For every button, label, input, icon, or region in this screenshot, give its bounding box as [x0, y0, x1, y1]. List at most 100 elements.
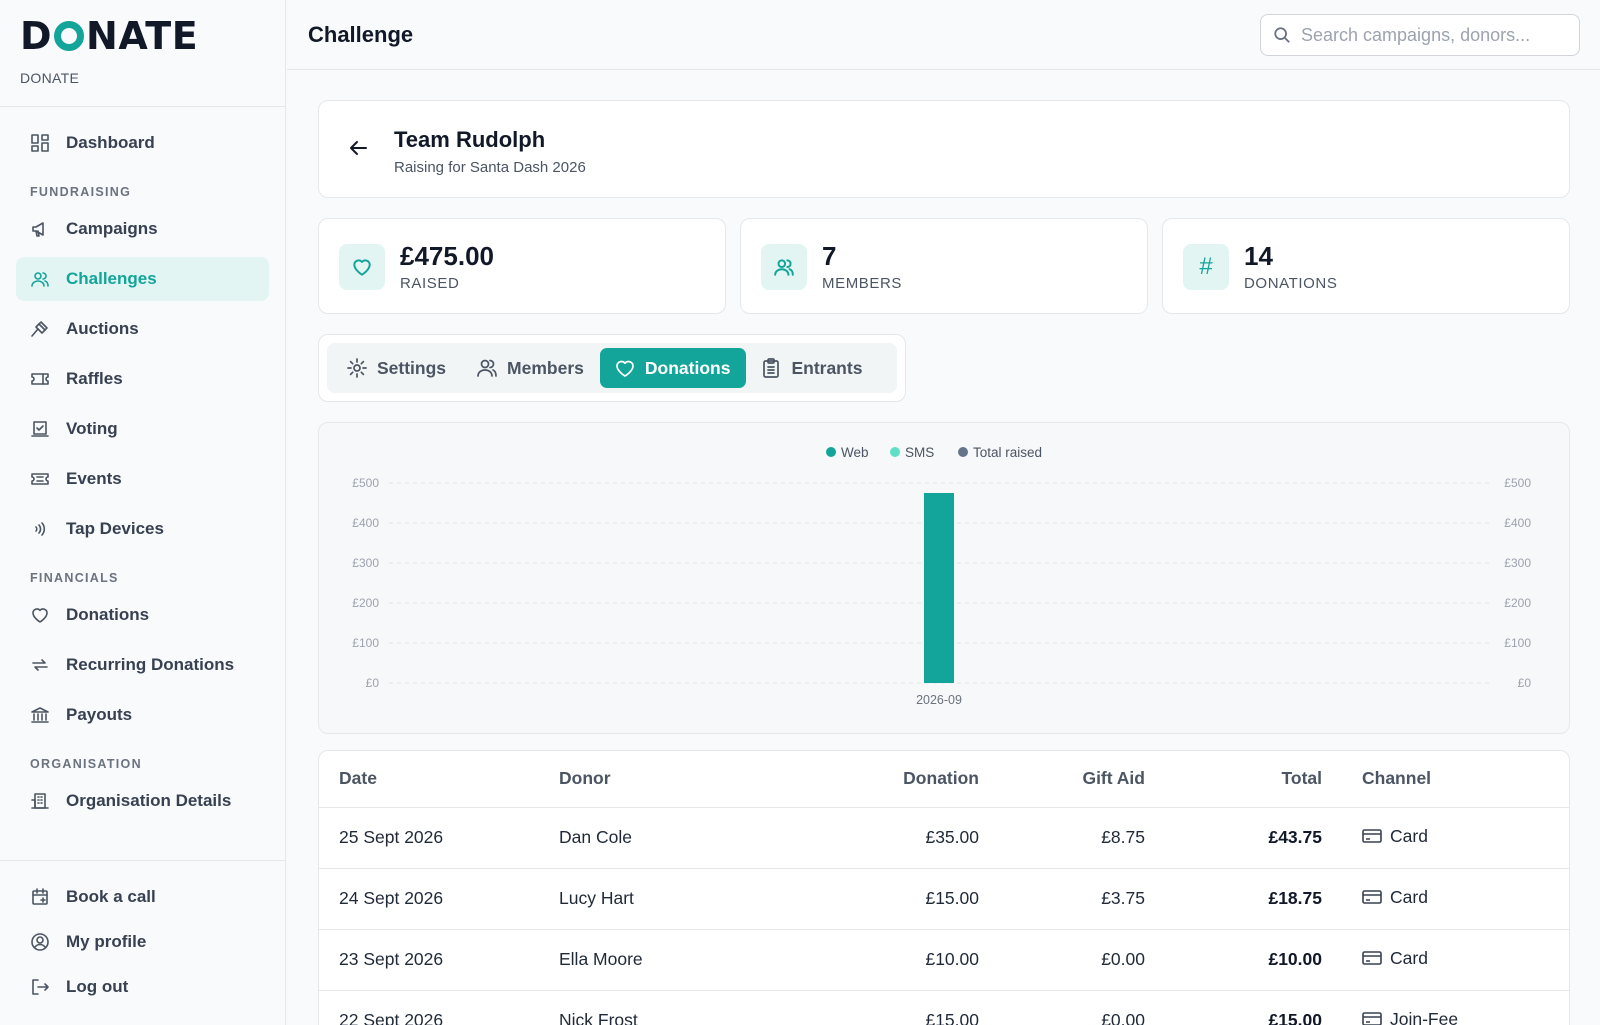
users-icon	[31, 272, 49, 287]
sidebar-item-label: My profile	[66, 932, 147, 951]
tab-label: Members	[507, 357, 584, 378]
y-tick-label-right: £200	[1504, 596, 1531, 610]
tab-label: Settings	[377, 357, 447, 378]
donations-table-card: Date Donor Donation Gift Aid Total Chann…	[318, 750, 1570, 1025]
column-header-total[interactable]: Total	[1145, 751, 1322, 808]
sidebar-item-label: Auctions	[66, 319, 139, 338]
y-tick-label-left: £500	[352, 476, 379, 490]
stat-value: £475.00	[400, 241, 494, 271]
search-input[interactable]	[1301, 24, 1571, 46]
back-button[interactable]	[347, 137, 369, 159]
x-tick-label: 2026-09	[916, 693, 962, 707]
channel-label: Card	[1390, 886, 1428, 907]
brand-logo[interactable]: D NATE	[20, 16, 265, 56]
stat-label: MEMBERS	[822, 275, 903, 292]
tab-bar: Settings Members Donations Entrants	[327, 343, 897, 393]
sidebar-footer: Book a call My profile Log out	[0, 860, 285, 1010]
table-row[interactable]: 24 Sept 2026 Lucy Hart £15.00 £3.75 £18.…	[319, 868, 1569, 930]
search-box[interactable]	[1260, 14, 1580, 56]
ticket-event-icon	[31, 473, 49, 485]
gear-icon	[347, 358, 367, 378]
bar-web	[924, 493, 954, 683]
tab-entrants[interactable]: Entrants	[746, 348, 878, 388]
calendar-icon	[32, 888, 48, 905]
users-icon	[477, 359, 497, 377]
sidebar-item-organisation-details[interactable]: Organisation Details	[16, 779, 269, 823]
ticket-icon	[31, 373, 49, 385]
cell-donation: £10.00	[779, 929, 979, 991]
cell-channel: Join-Fee	[1322, 990, 1569, 1025]
brand-subtitle: DONATE	[20, 70, 80, 86]
stat-value: 14	[1244, 241, 1273, 271]
cell-gift-aid: £8.75	[979, 807, 1145, 869]
sidebar-item-raffles[interactable]: Raffles	[16, 357, 269, 401]
column-header-donation[interactable]: Donation	[779, 751, 979, 808]
cell-gift-aid: £3.75	[979, 868, 1145, 930]
column-header-channel[interactable]: Channel	[1322, 751, 1569, 808]
heart-icon	[32, 608, 48, 623]
tab-settings[interactable]: Settings	[332, 348, 462, 388]
search-icon	[1274, 27, 1290, 43]
cell-date: 24 Sept 2026	[319, 868, 559, 930]
sidebar-item-recurring-donations[interactable]: Recurring Donations	[16, 643, 269, 687]
column-header-gift-aid[interactable]: Gift Aid	[979, 751, 1145, 808]
topbar: Challenge	[287, 0, 1600, 70]
users-icon	[774, 259, 794, 276]
cell-date: 25 Sept 2026	[319, 807, 559, 869]
tab-members[interactable]: Members	[462, 348, 600, 388]
sidebar-item-label: Challenges	[66, 269, 157, 288]
sidebar-item-tap-devices[interactable]: Tap Devices	[16, 507, 269, 551]
stat-value: 7	[822, 241, 837, 271]
sidebar-item-donations[interactable]: Donations	[16, 593, 269, 637]
column-header-donor[interactable]: Donor	[559, 751, 779, 808]
sidebar-item-log-out[interactable]: Log out	[16, 965, 269, 1009]
table-row[interactable]: 23 Sept 2026 Ella Moore £10.00 £0.00 £10…	[319, 929, 1569, 991]
sidebar-item-label: Payouts	[66, 705, 133, 724]
sidebar-item-challenges[interactable]: Challenges	[16, 257, 269, 301]
cell-donation: £15.00	[779, 990, 979, 1025]
tab-donations[interactable]: Donations	[599, 348, 747, 388]
sidebar-item-label: Donations	[66, 605, 150, 624]
sidebar-item-payouts[interactable]: Payouts	[16, 693, 269, 737]
arrow-left-icon	[350, 141, 367, 155]
sidebar-item-label: Raffles	[66, 369, 123, 388]
sidebar-item-label: Campaigns	[66, 219, 158, 238]
channel-label: Card	[1390, 825, 1428, 846]
sidebar-item-dashboard[interactable]: Dashboard	[16, 121, 269, 165]
table-header-row: Date Donor Donation Gift Aid Total Chann…	[319, 751, 1569, 808]
sidebar-item-my-profile[interactable]: My profile	[16, 920, 269, 964]
sidebar-item-voting[interactable]: Voting	[16, 407, 269, 451]
bank-icon	[31, 707, 49, 723]
megaphone-icon	[32, 222, 44, 237]
sidebar-item-label: Recurring Donations	[66, 655, 235, 674]
sidebar-item-label: Organisation Details	[66, 791, 232, 810]
heart-icon	[616, 360, 634, 377]
y-tick-label-right: £300	[1504, 556, 1531, 570]
table-row[interactable]: 22 Sept 2026 Nick Frost £15.00 £0.00 £15…	[319, 990, 1569, 1025]
channel-label: Join-Fee	[1390, 1008, 1459, 1025]
sidebar-item-label: Log out	[66, 977, 129, 996]
heart-icon	[353, 259, 371, 276]
sidebar-item-campaigns[interactable]: Campaigns	[16, 207, 269, 251]
section-financials: FINANCIALS	[30, 571, 119, 585]
cell-donor: Nick Frost	[559, 990, 779, 1025]
cell-donor: Dan Cole	[559, 807, 779, 869]
column-header-date[interactable]: Date	[319, 751, 559, 808]
sidebar-item-label: Events	[66, 469, 122, 488]
cell-date: 23 Sept 2026	[319, 929, 559, 991]
cell-channel: Card	[1322, 929, 1569, 991]
team-header-card: Team Rudolph Raising for Santa Dash 2026	[318, 100, 1570, 198]
sidebar-item-label: Tap Devices	[66, 519, 164, 538]
y-tick-label-right: £0	[1518, 676, 1532, 690]
sidebar-item-auctions[interactable]: Auctions	[16, 307, 269, 351]
table-row[interactable]: 25 Sept 2026 Dan Cole £35.00 £8.75 £43.7…	[319, 807, 1569, 869]
sidebar-item-events[interactable]: Events	[16, 457, 269, 501]
tab-label: Donations	[644, 357, 731, 378]
cell-donor: Ella Moore	[559, 929, 779, 991]
page-title: Challenge	[308, 22, 414, 47]
building-icon	[31, 793, 49, 809]
credit-card-icon	[1362, 829, 1382, 844]
y-tick-label-right: £400	[1504, 516, 1531, 530]
sidebar-item-book-a-call[interactable]: Book a call	[16, 875, 269, 919]
donations-chart: £0 £0 £100 £100 £200 £200 £300 £300 £400 £400 £500…	[318, 422, 1570, 734]
